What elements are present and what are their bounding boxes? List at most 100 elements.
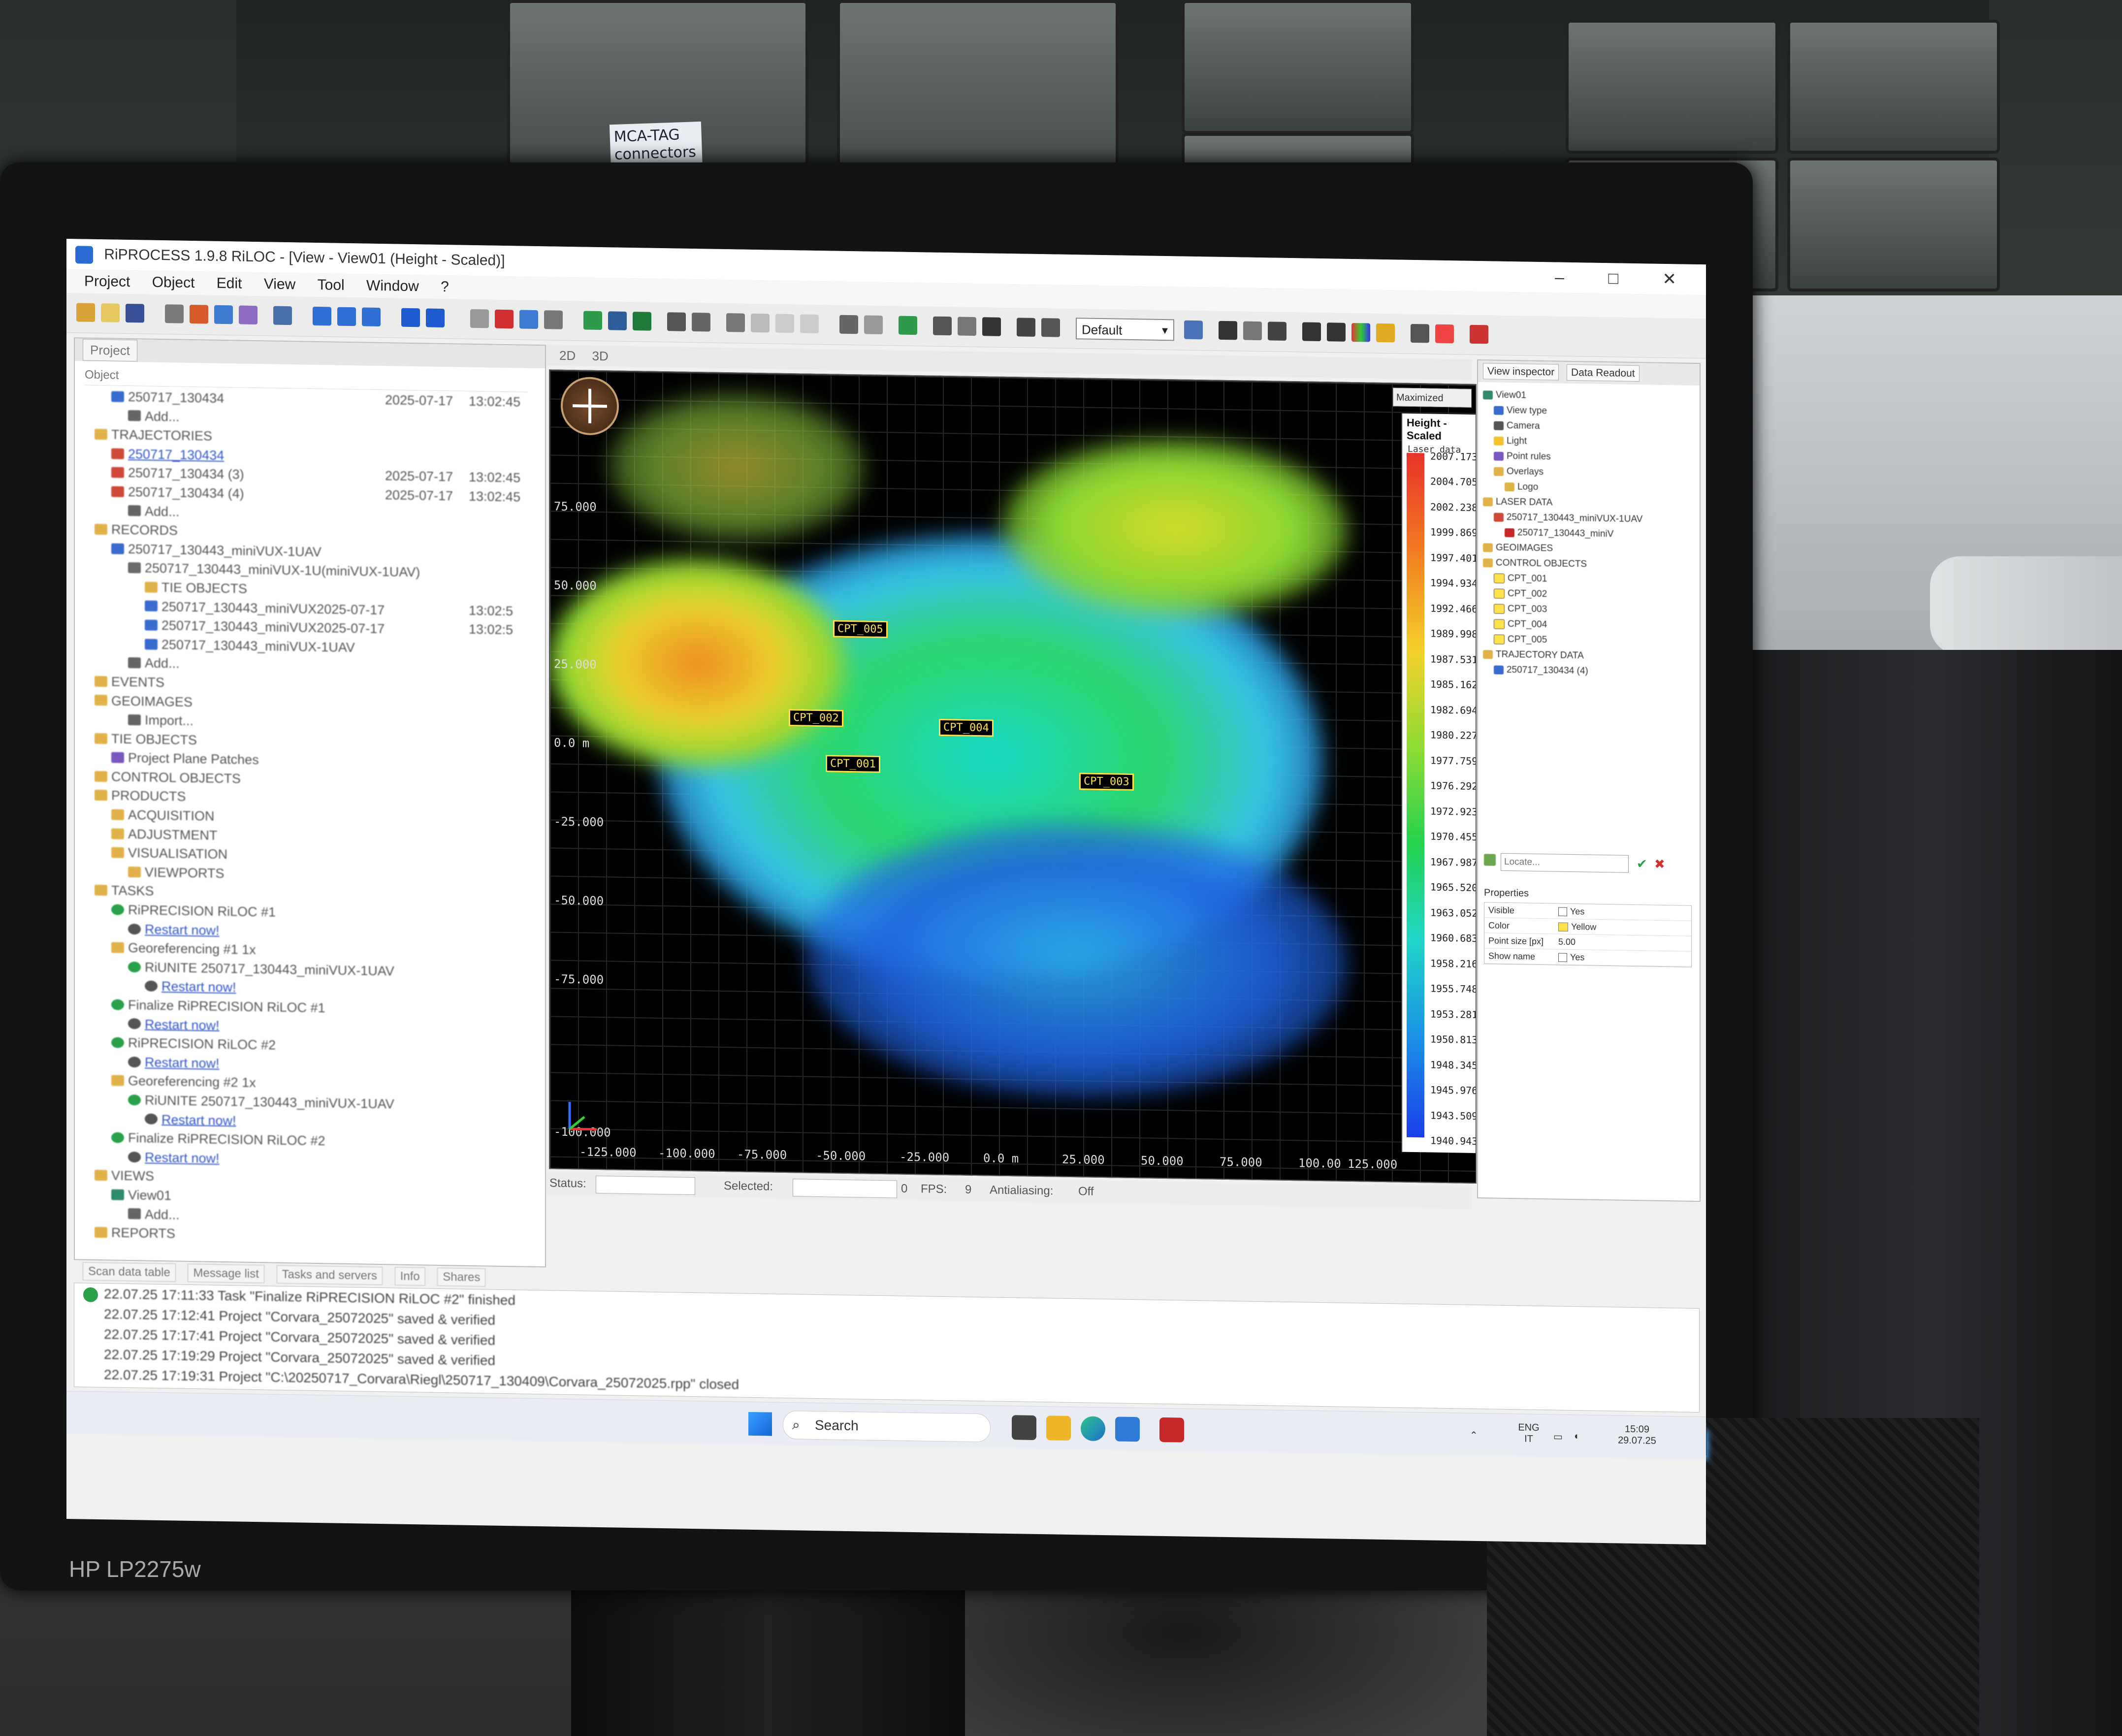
menu-tool[interactable]: Tool	[318, 277, 345, 293]
clock[interactable]: 15:09 29.07.25	[1608, 1423, 1667, 1447]
compass-icon[interactable]	[561, 376, 619, 436]
trajectory-icon[interactable]	[214, 305, 233, 324]
globe-icon[interactable]	[1184, 320, 1203, 340]
tab-info[interactable]: Info	[394, 1267, 425, 1286]
taskbar-search[interactable]: ⌕ Search	[783, 1410, 991, 1443]
layout-icon[interactable]	[313, 306, 331, 326]
tab-3d[interactable]: 3D	[592, 349, 608, 364]
new-project-icon[interactable]	[101, 303, 120, 322]
select-box-icon[interactable]	[751, 313, 770, 333]
menu-window[interactable]: Window	[366, 278, 419, 295]
property-value[interactable]: Yellow	[1558, 919, 1596, 934]
scan-icon[interactable]	[239, 305, 257, 325]
select-box-icon[interactable]	[800, 314, 819, 334]
locate-input[interactable]	[1501, 853, 1629, 873]
undo-icon[interactable]	[1041, 318, 1060, 337]
tab-message-list[interactable]: Message list	[188, 1263, 264, 1284]
open-project-icon[interactable]	[76, 303, 95, 322]
select-box-icon[interactable]	[775, 314, 794, 333]
hand-icon[interactable]	[1243, 321, 1262, 341]
point-cloud-view[interactable]: 75.000 50.000 25.000 0.0 m -25.000 -50.0…	[549, 369, 1477, 1184]
globe-icon[interactable]	[273, 306, 292, 325]
close-button[interactable]: ✕	[1663, 270, 1697, 289]
save-icon[interactable]	[126, 303, 144, 323]
property-value[interactable]: Yes	[1558, 950, 1584, 965]
chevron-up-icon[interactable]: ⌃	[1470, 1429, 1478, 1442]
cube-icon[interactable]	[692, 312, 710, 332]
tab-project[interactable]: Project	[83, 339, 137, 362]
back-arrow-icon[interactable]	[401, 308, 420, 327]
property-value[interactable]: Yes	[1558, 904, 1584, 919]
minimize-button[interactable]: –	[1555, 268, 1584, 287]
property-value[interactable]: 5.00	[1558, 934, 1575, 950]
photos-icon[interactable]	[1115, 1416, 1140, 1442]
star-icon[interactable]	[958, 317, 976, 336]
riprocess-icon[interactable]	[1159, 1417, 1184, 1443]
edge-icon[interactable]	[1081, 1416, 1105, 1442]
tab-2d[interactable]: 2D	[559, 348, 576, 363]
color-swatch[interactable]	[1558, 922, 1568, 932]
checkbox-icon[interactable]	[1558, 953, 1567, 963]
lang-indicator[interactable]: ENG IT	[1514, 1422, 1543, 1445]
control-point-label[interactable]: CPT_003	[1079, 772, 1134, 791]
view-mode-select[interactable]: Maximized	[1393, 387, 1472, 408]
eraser-icon[interactable]	[1470, 324, 1488, 344]
menu-help[interactable]: ?	[441, 279, 449, 295]
control-point-label[interactable]: CPT_005	[833, 620, 888, 639]
view-preset-select[interactable]: Default ▼	[1076, 318, 1174, 341]
properties-icon[interactable]	[519, 310, 538, 329]
file-explorer-icon[interactable]	[1046, 1415, 1071, 1441]
layout-icon[interactable]	[337, 307, 356, 326]
menu-project[interactable]: Project	[84, 273, 130, 290]
image-icon[interactable]	[633, 312, 651, 331]
tab-view-inspector[interactable]: View inspector	[1483, 363, 1559, 381]
forward-arrow-icon[interactable]	[426, 308, 445, 328]
tab-scan-data-table[interactable]: Scan data table	[83, 1262, 176, 1282]
measure-icon[interactable]	[1302, 322, 1321, 342]
cancel-icon[interactable]	[1017, 318, 1035, 337]
record-icon[interactable]	[190, 304, 208, 324]
menu-object[interactable]: Object	[152, 274, 195, 291]
control-point-label[interactable]: CPT_002	[789, 709, 843, 727]
column-object[interactable]: Object	[85, 368, 119, 382]
measure-icon[interactable]	[1327, 322, 1346, 342]
palette-icon[interactable]	[1435, 324, 1454, 344]
star-icon[interactable]	[933, 316, 952, 336]
inspector-item[interactable]: 250717_130434 (4)	[1483, 662, 1695, 680]
copy-icon[interactable]	[470, 309, 489, 328]
select-icon[interactable]	[726, 313, 745, 332]
export-icon[interactable]	[544, 310, 563, 329]
info-icon[interactable]	[1219, 321, 1237, 340]
measure-icon[interactable]	[1268, 321, 1286, 341]
network-icon[interactable]: ▭	[1553, 1430, 1563, 1443]
close-icon[interactable]: ✖	[1654, 857, 1665, 872]
task-view-icon[interactable]	[1012, 1415, 1036, 1440]
tab-data-readout[interactable]: Data Readout	[1567, 364, 1640, 382]
color-scale-icon[interactable]	[1351, 323, 1370, 342]
delete-icon[interactable]	[495, 309, 514, 329]
tab-tasks-and-servers[interactable]: Tasks and servers	[276, 1265, 383, 1286]
star-icon[interactable]	[864, 315, 883, 335]
windows-start-icon[interactable]	[748, 1412, 772, 1436]
legend-value: 1953.281	[1430, 1008, 1477, 1021]
palette-icon[interactable]	[1411, 323, 1429, 343]
checkbox-icon[interactable]	[1558, 907, 1567, 917]
flag-icon[interactable]	[899, 316, 917, 335]
tab-shares[interactable]: Shares	[437, 1267, 486, 1287]
maximize-button[interactable]: □	[1608, 269, 1639, 288]
image-icon[interactable]	[583, 311, 602, 330]
volume-icon[interactable]: ◖	[1573, 1431, 1579, 1442]
menu-edit[interactable]: Edit	[217, 275, 242, 292]
stop-icon[interactable]	[982, 317, 1001, 336]
menu-view[interactable]: View	[264, 276, 295, 292]
control-point-label[interactable]: CPT_001	[826, 755, 880, 773]
control-point-label[interactable]: CPT_004	[939, 718, 994, 737]
star-icon[interactable]	[839, 315, 858, 334]
cube-icon[interactable]	[667, 312, 686, 331]
import-icon[interactable]	[165, 304, 184, 323]
color-scale-icon[interactable]	[1376, 323, 1395, 343]
image-icon[interactable]	[608, 311, 627, 330]
apply-icon[interactable]: ✔	[1637, 856, 1647, 871]
property-row[interactable]: Show name Yes	[1484, 948, 1691, 967]
layout-icon[interactable]	[362, 307, 381, 327]
